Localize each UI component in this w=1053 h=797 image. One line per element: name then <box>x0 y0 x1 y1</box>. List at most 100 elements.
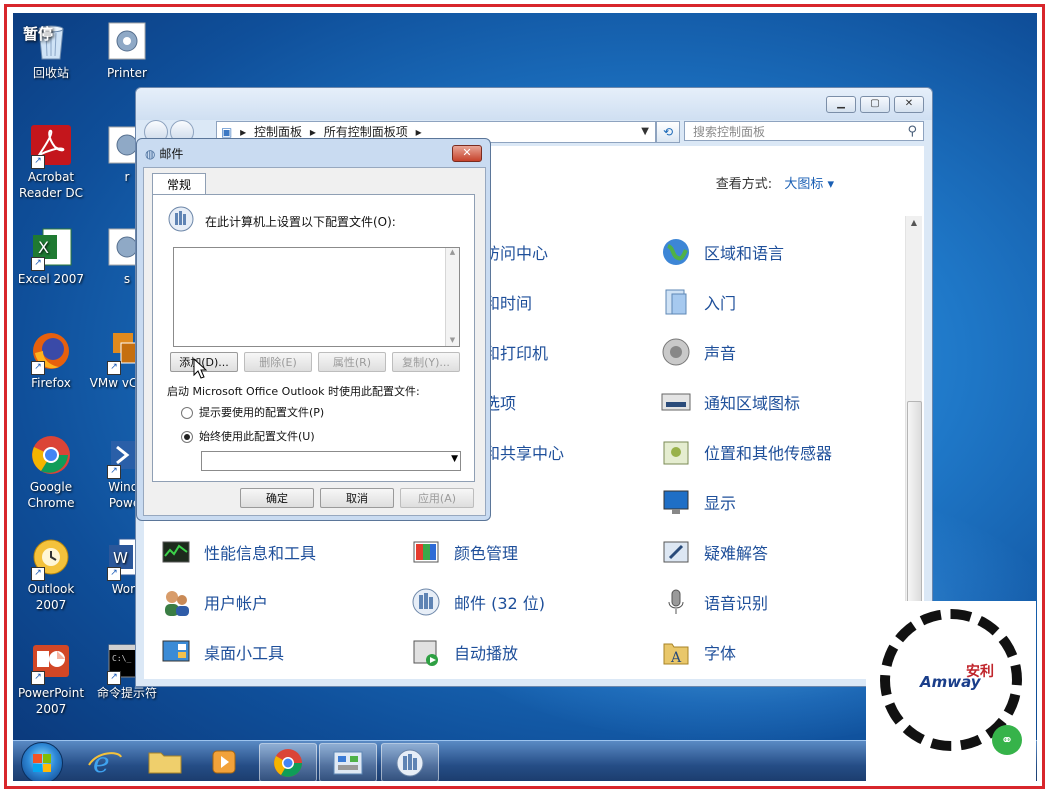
shortcut-arrow-icon: ↗ <box>107 465 121 479</box>
globe-icon <box>660 236 692 268</box>
refresh-button[interactable]: ⟲ <box>656 121 680 143</box>
start-button[interactable] <box>21 742 63 781</box>
mail-profile-icon <box>167 205 195 233</box>
profile-select[interactable]: ▼ <box>201 451 461 471</box>
cp-item-notification-icons[interactable]: 通知区域图标 <box>660 384 800 420</box>
window-titlebar[interactable] <box>136 88 932 120</box>
scroll-down-icon[interactable]: ▼ <box>446 336 459 344</box>
radio-always-use-profile[interactable] <box>181 431 193 443</box>
copy-profile-button[interactable]: 复制(Y)... <box>392 352 460 372</box>
maximize-button[interactable]: ▢ <box>860 96 890 113</box>
scroll-up-icon[interactable]: ▲ <box>446 248 459 256</box>
view-by-control: 查看方式: 大图标 ▾ <box>716 173 834 192</box>
cp-item-ease-of-access[interactable]: 访问中心 <box>484 234 548 270</box>
qr-code-overlay: Amway 安利 ⚭ <box>866 601 1036 781</box>
cp-item-date-time[interactable]: 和时间 <box>484 284 532 320</box>
svg-text:C:\_: C:\_ <box>112 654 131 663</box>
chevron-down-icon: ▼ <box>451 454 458 464</box>
cp-item-location-sensors[interactable]: 位置和其他传感器 <box>660 434 832 470</box>
link-icon: ⚭ <box>992 725 1022 755</box>
svg-text:e: e <box>93 746 110 779</box>
ok-button[interactable]: 确定 <box>240 488 314 508</box>
taskbar-mail[interactable] <box>381 743 439 781</box>
shortcut-arrow-icon: ↗ <box>107 361 121 375</box>
shortcut-arrow-icon: ↗ <box>31 257 45 271</box>
search-input[interactable]: 搜索控制面板 ⚲ <box>684 121 924 141</box>
scroll-up-icon[interactable]: ▲ <box>906 218 922 227</box>
search-icon: ⚲ <box>907 124 917 139</box>
location-sensor-icon <box>660 436 692 468</box>
svg-text:X: X <box>38 238 49 257</box>
profiles-label: 在此计算机上设置以下配置文件(O): <box>205 215 396 229</box>
cp-item-autoplay[interactable]: 自动播放 <box>410 634 518 670</box>
listbox-scrollbar[interactable]: ▲ ▼ <box>445 248 459 346</box>
user-accounts-icon <box>160 586 192 618</box>
desktop: 回收站 暂停 Printer ↗ Acrobat Reader DC r X ↗… <box>13 13 1037 781</box>
excel-desktop-icon[interactable]: X ↗ Excel 2007 <box>13 225 89 287</box>
outlook-icon: ↗ <box>29 535 73 581</box>
speaker-icon <box>660 336 692 368</box>
outlook-desktop-icon[interactable]: ↗ Outlook 2007 <box>13 535 89 613</box>
dialog-title: ◍ 邮件 <box>145 147 184 161</box>
cp-item-network-sharing[interactable]: 和共享中心 <box>484 434 564 470</box>
cp-item-user-accounts[interactable]: 用户帐户 <box>160 584 268 620</box>
shortcut-arrow-icon: ↗ <box>31 361 45 375</box>
chrome-icon <box>29 433 73 477</box>
radio-prompt-label: 提示要使用的配置文件(P) <box>199 406 325 419</box>
taskbar-chrome[interactable] <box>259 743 317 781</box>
chrome-desktop-icon[interactable]: Google Chrome <box>13 433 89 511</box>
acrobat-icon: ↗ <box>29 123 73 169</box>
shortcut-arrow-icon: ↗ <box>31 671 45 685</box>
mail-icon: ◍ <box>145 147 156 161</box>
close-button[interactable]: ✕ <box>894 96 924 113</box>
printer-settings-icon <box>105 19 149 63</box>
shortcut-arrow-icon: ↗ <box>107 671 121 685</box>
shortcut-arrow-icon: ↗ <box>31 155 45 169</box>
mail-icon <box>410 586 442 618</box>
cp-item-sound[interactable]: 声音 <box>660 334 736 370</box>
windows-logo-icon <box>33 754 51 772</box>
cp-item-mail[interactable]: 邮件 (32 位) <box>410 584 545 620</box>
chevron-down-icon[interactable]: ▼ <box>641 122 649 142</box>
radio-prompt-profile[interactable] <box>181 407 193 419</box>
cp-item-fonts[interactable]: A 字体 <box>660 634 736 670</box>
dialog-close-button[interactable]: ✕ <box>452 145 482 162</box>
apply-button[interactable]: 应用(A) <box>400 488 474 508</box>
getting-started-icon <box>660 286 692 318</box>
view-by-dropdown[interactable]: 大图标 ▾ <box>784 177 834 192</box>
taskbar-control-panel[interactable] <box>319 743 377 781</box>
properties-button[interactable]: 属性(R) <box>318 352 386 372</box>
cp-item-region-language[interactable]: 区域和语言 <box>660 234 784 270</box>
cancel-button[interactable]: 取消 <box>320 488 394 508</box>
gadgets-icon <box>160 636 192 668</box>
cp-item-devices-printers[interactable]: 和打印机 <box>484 334 548 370</box>
cp-item-display[interactable]: 显示 <box>660 484 736 520</box>
microphone-icon <box>660 586 692 618</box>
radio-always-label: 始终使用此配置文件(U) <box>199 430 315 443</box>
cp-item-performance[interactable]: 性能信息和工具 <box>160 534 316 570</box>
autoplay-icon <box>410 636 442 668</box>
tab-general[interactable]: 常规 <box>152 173 206 196</box>
cp-item-color-management[interactable]: 颜色管理 <box>410 534 518 570</box>
printer-desktop-icon[interactable]: Printer <box>89 19 165 81</box>
taskbar-ie[interactable]: e <box>77 743 133 780</box>
taskbar-explorer[interactable] <box>137 743 193 780</box>
notification-area-icon <box>660 386 692 418</box>
firefox-desktop-icon[interactable]: ↗ Firefox <box>13 329 89 391</box>
svg-text:A: A <box>670 650 682 666</box>
startup-label: 启动 Microsoft Office Outlook 时使用此配置文件: <box>167 385 420 398</box>
minimize-button[interactable]: ▁ <box>826 96 856 113</box>
cp-item-getting-started[interactable]: 入门 <box>660 284 736 320</box>
profiles-listbox[interactable]: ▲ ▼ <box>173 247 460 347</box>
cp-item-speech-recognition[interactable]: 语音识别 <box>660 584 768 620</box>
powerpoint-desktop-icon[interactable]: ↗ PowerPoint 2007 <box>13 639 89 717</box>
fonts-folder-icon: A <box>660 636 692 668</box>
remove-profile-button[interactable]: 删除(E) <box>244 352 312 372</box>
window-controls: ▁ ▢ ✕ <box>822 96 924 113</box>
cp-item-desktop-gadgets[interactable]: 桌面小工具 <box>160 634 284 670</box>
taskbar-media-player[interactable] <box>197 743 253 780</box>
cp-item-troubleshooting[interactable]: 疑难解答 <box>660 534 768 570</box>
acrobat-desktop-icon[interactable]: ↗ Acrobat Reader DC <box>13 123 89 201</box>
mouse-cursor-icon <box>193 357 208 380</box>
amway-cn-logo: 安利 <box>966 664 994 680</box>
